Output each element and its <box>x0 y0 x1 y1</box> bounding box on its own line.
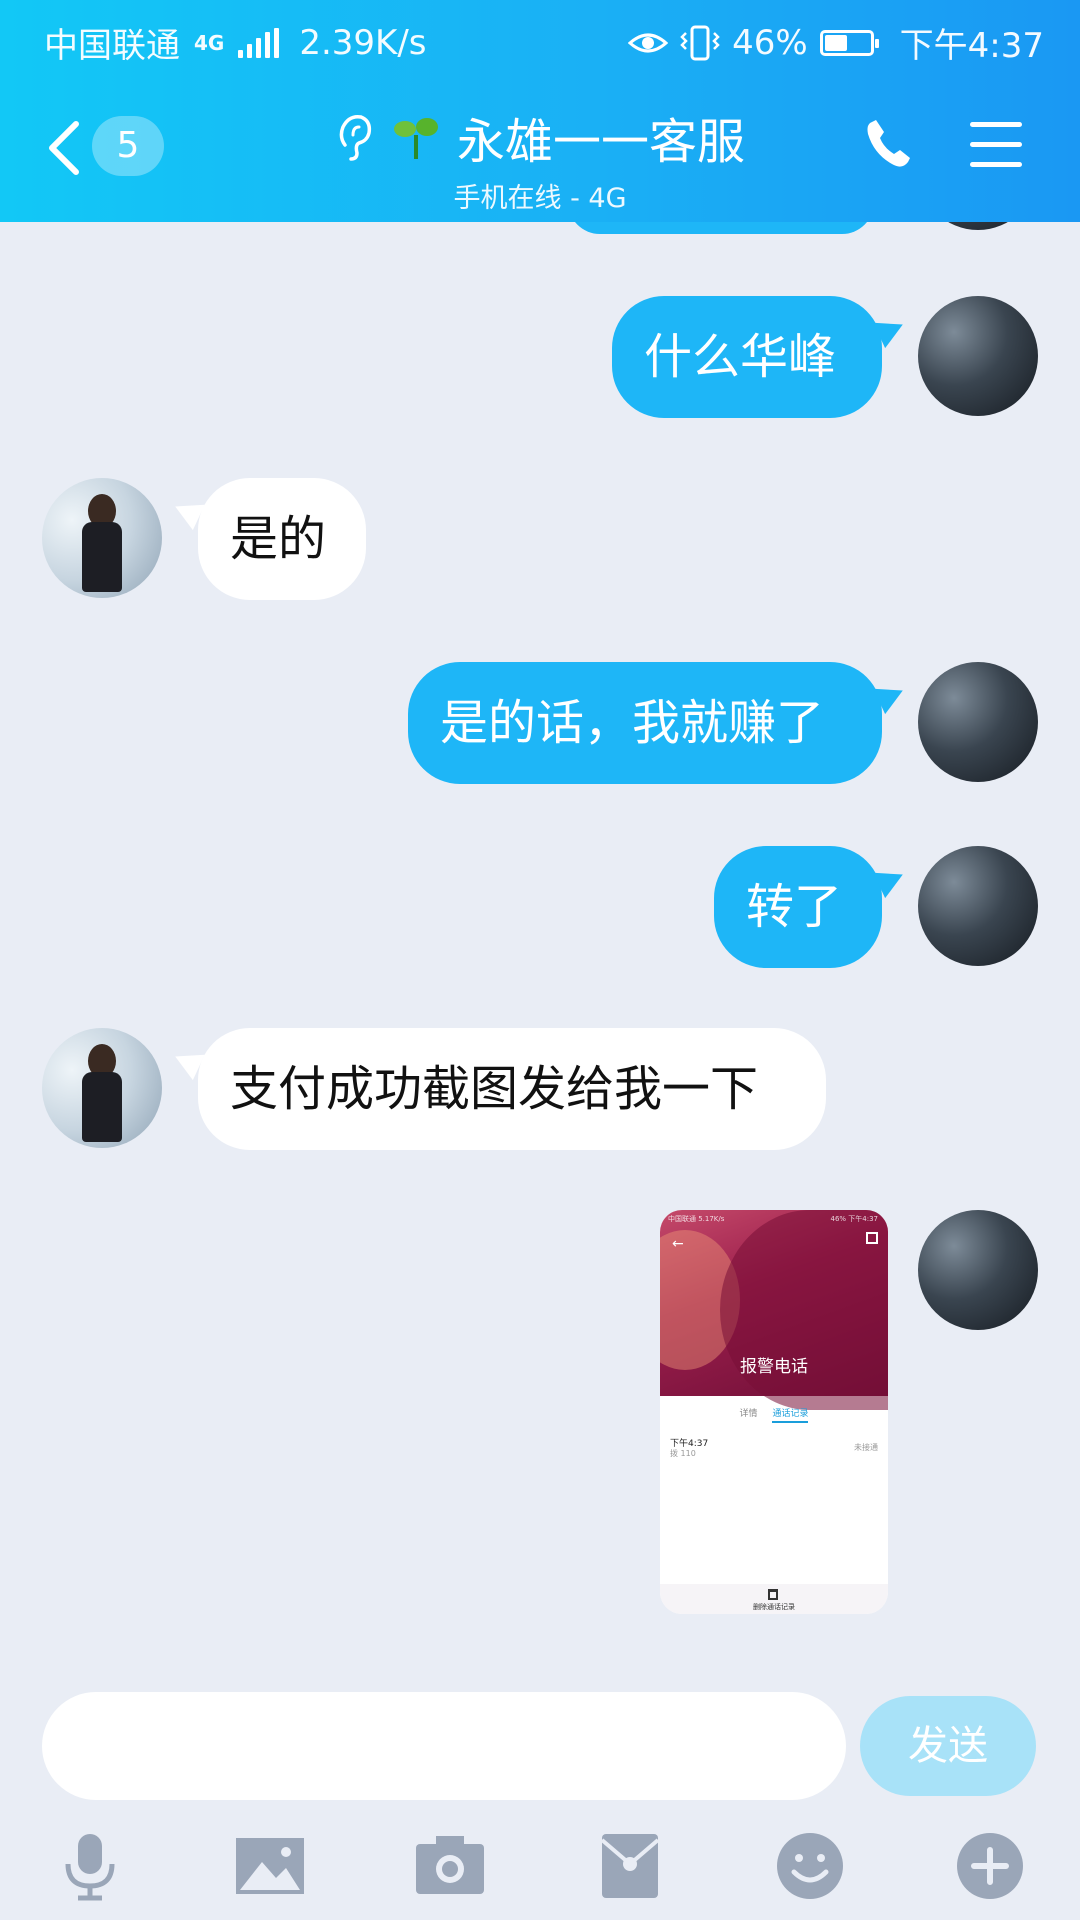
message-input[interactable] <box>42 1692 846 1800</box>
thumbnail-back-icon: ← <box>672 1236 684 1252</box>
ear-icon <box>339 114 372 161</box>
message-bubble-outgoing[interactable]: 什么华峰 <box>612 296 882 418</box>
my-avatar[interactable] <box>918 1210 1038 1330</box>
message-bubble-incoming[interactable]: 支付成功截图发给我一下 <box>198 1028 826 1150</box>
thumbnail-title: 报警电话 <box>740 1357 808 1377</box>
message-bubble-outgoing[interactable]: 是的话，我就赚了 <box>408 662 882 784</box>
network-type: 4G <box>194 30 225 55</box>
back-arrow-icon[interactable] <box>44 118 84 178</box>
my-avatar[interactable] <box>918 296 1038 416</box>
emoji-icon[interactable] <box>774 1830 846 1902</box>
clock: 下午4:37 <box>899 26 1044 66</box>
my-avatar[interactable] <box>918 662 1038 782</box>
battery-icon <box>819 29 879 56</box>
thumbnail-call-status: 未接通 <box>854 1443 878 1452</box>
chat-header: 中国联通 4G 2.39K/s 46% 下午4:37 5 永雄一一客服 手机在线… <box>0 0 1080 222</box>
input-toolbar <box>0 1820 1080 1920</box>
red-packet-icon[interactable] <box>594 1830 666 1902</box>
unread-count-badge[interactable]: 5 <box>92 116 164 176</box>
screenshot-image-message[interactable]: 中国联通 5.17K/s 46% 下午4:37 ← 报警电话 详情 通话记录 下… <box>660 1210 888 1614</box>
message-bubble-incoming[interactable]: 是的 <box>198 478 366 600</box>
status-bar: 中国联通 4G 2.39K/s 46% 下午4:37 <box>0 14 1080 67</box>
phone-icon[interactable] <box>862 116 918 172</box>
network-speed: 2.39K/s <box>299 22 427 63</box>
navigation-bar: 5 永雄一一客服 手机在线 - 4G <box>0 96 1080 216</box>
carrier-name: 中国联通 <box>44 26 180 66</box>
chat-title-area[interactable]: 永雄一一客服 手机在线 - 4G <box>260 102 820 215</box>
contact-avatar[interactable] <box>42 478 162 598</box>
thumbnail-tabs: 详情 通话记录 <box>660 1406 888 1423</box>
thumbnail-status-text: 中国联通 5.17K/s <box>668 1215 725 1223</box>
contact-name: 永雄一一客服 <box>456 114 745 170</box>
send-button[interactable]: 发送 <box>860 1696 1036 1796</box>
thumbnail-qr-icon <box>866 1232 878 1244</box>
camera-icon[interactable] <box>414 1830 486 1902</box>
plus-icon[interactable] <box>954 1830 1026 1902</box>
chat-messages-area[interactable]: 什么华峰 是的 是的话，我就赚了 转了 支付成功截图发给我一下 中国联通 5.1… <box>0 0 1080 1670</box>
signal-icon <box>238 27 280 58</box>
microphone-icon[interactable] <box>54 1830 126 1902</box>
input-area: 发送 <box>0 1670 1080 1920</box>
thumbnail-tab-active: 通话记录 <box>772 1409 809 1423</box>
thumbnail-tab: 详情 <box>739 1409 758 1419</box>
image-icon[interactable] <box>234 1830 306 1902</box>
my-avatar[interactable] <box>918 846 1038 966</box>
sprout-icon <box>393 118 438 159</box>
message-bubble-outgoing[interactable]: 转了 <box>714 846 882 968</box>
battery-percent: 46% <box>732 22 808 63</box>
thumbnail-bottom-action: 删除通话记录 <box>753 1603 795 1611</box>
thumbnail-trash-icon <box>768 1589 778 1600</box>
thumbnail-status-right: 46% 下午4:37 <box>830 1215 878 1223</box>
thumbnail-call-number: 拨 110 <box>670 1449 696 1458</box>
vibrate-icon <box>680 25 720 60</box>
online-status: 手机在线 - 4G <box>453 183 627 214</box>
menu-icon[interactable] <box>970 122 1022 170</box>
eye-icon <box>628 33 669 52</box>
contact-avatar[interactable] <box>42 1028 162 1148</box>
